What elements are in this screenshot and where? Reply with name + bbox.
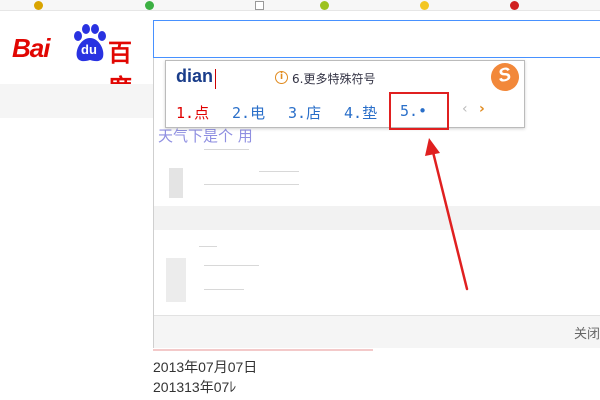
suggestion-item-hover[interactable] [154, 206, 600, 230]
next-page-icon[interactable]: › [479, 101, 485, 117]
bookmark-icon[interactable] [510, 1, 519, 10]
candidate-number: 4. [344, 104, 363, 122]
more-symbols-option[interactable]: 6.更多特殊符号 [292, 70, 375, 87]
ime-candidate-window: dian i 6.更多特殊符号 S 1.点 2.电 3.店 4.垫 5.• ‹ … [165, 60, 525, 128]
sogou-logo-glyph: S [496, 63, 514, 88]
candidate-4[interactable]: 4.垫 [344, 102, 377, 123]
blurred-text [169, 168, 183, 198]
candidate-text: 电 [250, 104, 266, 122]
bookmark-icon[interactable] [34, 1, 43, 10]
result-date: 201313年07ﾚ [153, 379, 237, 395]
result-date: 2013年07月07日 [153, 359, 258, 375]
candidate-2[interactable]: 2.电 [232, 102, 265, 123]
logo-text-du: du [81, 42, 97, 57]
bookmark-icon[interactable] [320, 1, 329, 10]
search-input[interactable] [153, 20, 600, 58]
candidate-text: 点 [194, 104, 210, 122]
suggestion-item[interactable]: 天气下是个 用 [158, 125, 253, 146]
bookmark-icon[interactable] [255, 1, 264, 10]
bookmarks-bar [0, 0, 600, 11]
suggestion-item[interactable] [204, 184, 299, 185]
candidate-text: 垫 [362, 104, 378, 122]
suggestion-item[interactable] [204, 149, 249, 150]
suggestion-item[interactable] [204, 265, 259, 266]
bookmark-icon[interactable] [420, 1, 429, 10]
suggestion-item[interactable] [199, 246, 217, 247]
candidate-1[interactable]: 1.点 [176, 102, 209, 123]
blurred-text [166, 258, 186, 302]
text-caret [215, 69, 216, 89]
candidate-number: 3. [288, 104, 307, 122]
candidate-3[interactable]: 3.店 [288, 102, 321, 123]
suggestion-item[interactable] [204, 289, 244, 290]
suggestion-item[interactable] [259, 171, 299, 172]
prev-page-icon[interactable]: ‹ [462, 101, 468, 117]
ime-composition: dian [176, 66, 214, 86]
candidate-number: 1. [176, 104, 195, 122]
candidate-number: 2. [232, 104, 251, 122]
sogou-logo-icon[interactable]: S [488, 60, 522, 94]
info-icon[interactable]: i [275, 71, 288, 84]
dropdown-footer: 关闭 [154, 315, 600, 348]
highlight-box [389, 92, 449, 130]
logo-text-latin: Bai [12, 33, 50, 63]
result-link-underline [153, 349, 373, 351]
close-link[interactable]: 关闭 [574, 323, 600, 342]
bookmark-icon[interactable] [145, 1, 154, 10]
candidate-text: 店 [306, 104, 322, 122]
